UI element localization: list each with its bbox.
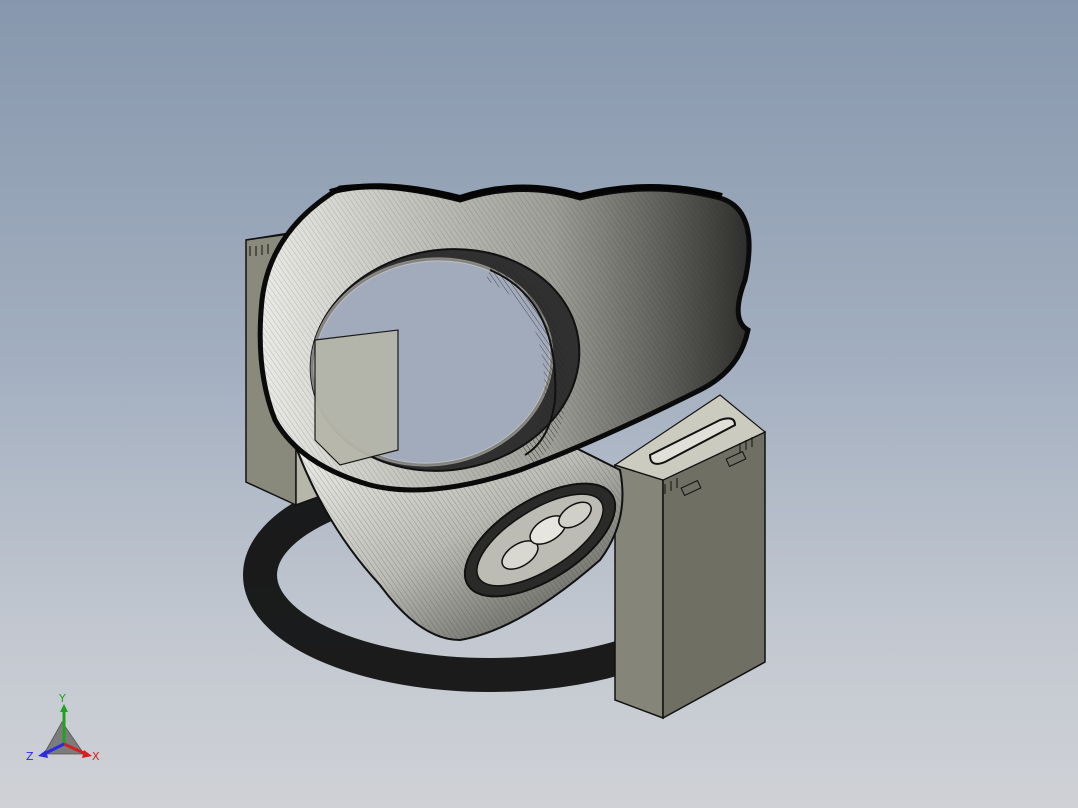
right-support-block (613, 394, 767, 720)
graphics-viewport[interactable]: Y X Z (0, 0, 1078, 808)
triad-x-label: X (92, 750, 100, 763)
cad-model[interactable] (0, 0, 1078, 808)
triad-z-label: Z (26, 750, 34, 763)
triad-y-label: Y (58, 692, 66, 705)
axis-triad-icon: Y X Z (26, 692, 100, 763)
